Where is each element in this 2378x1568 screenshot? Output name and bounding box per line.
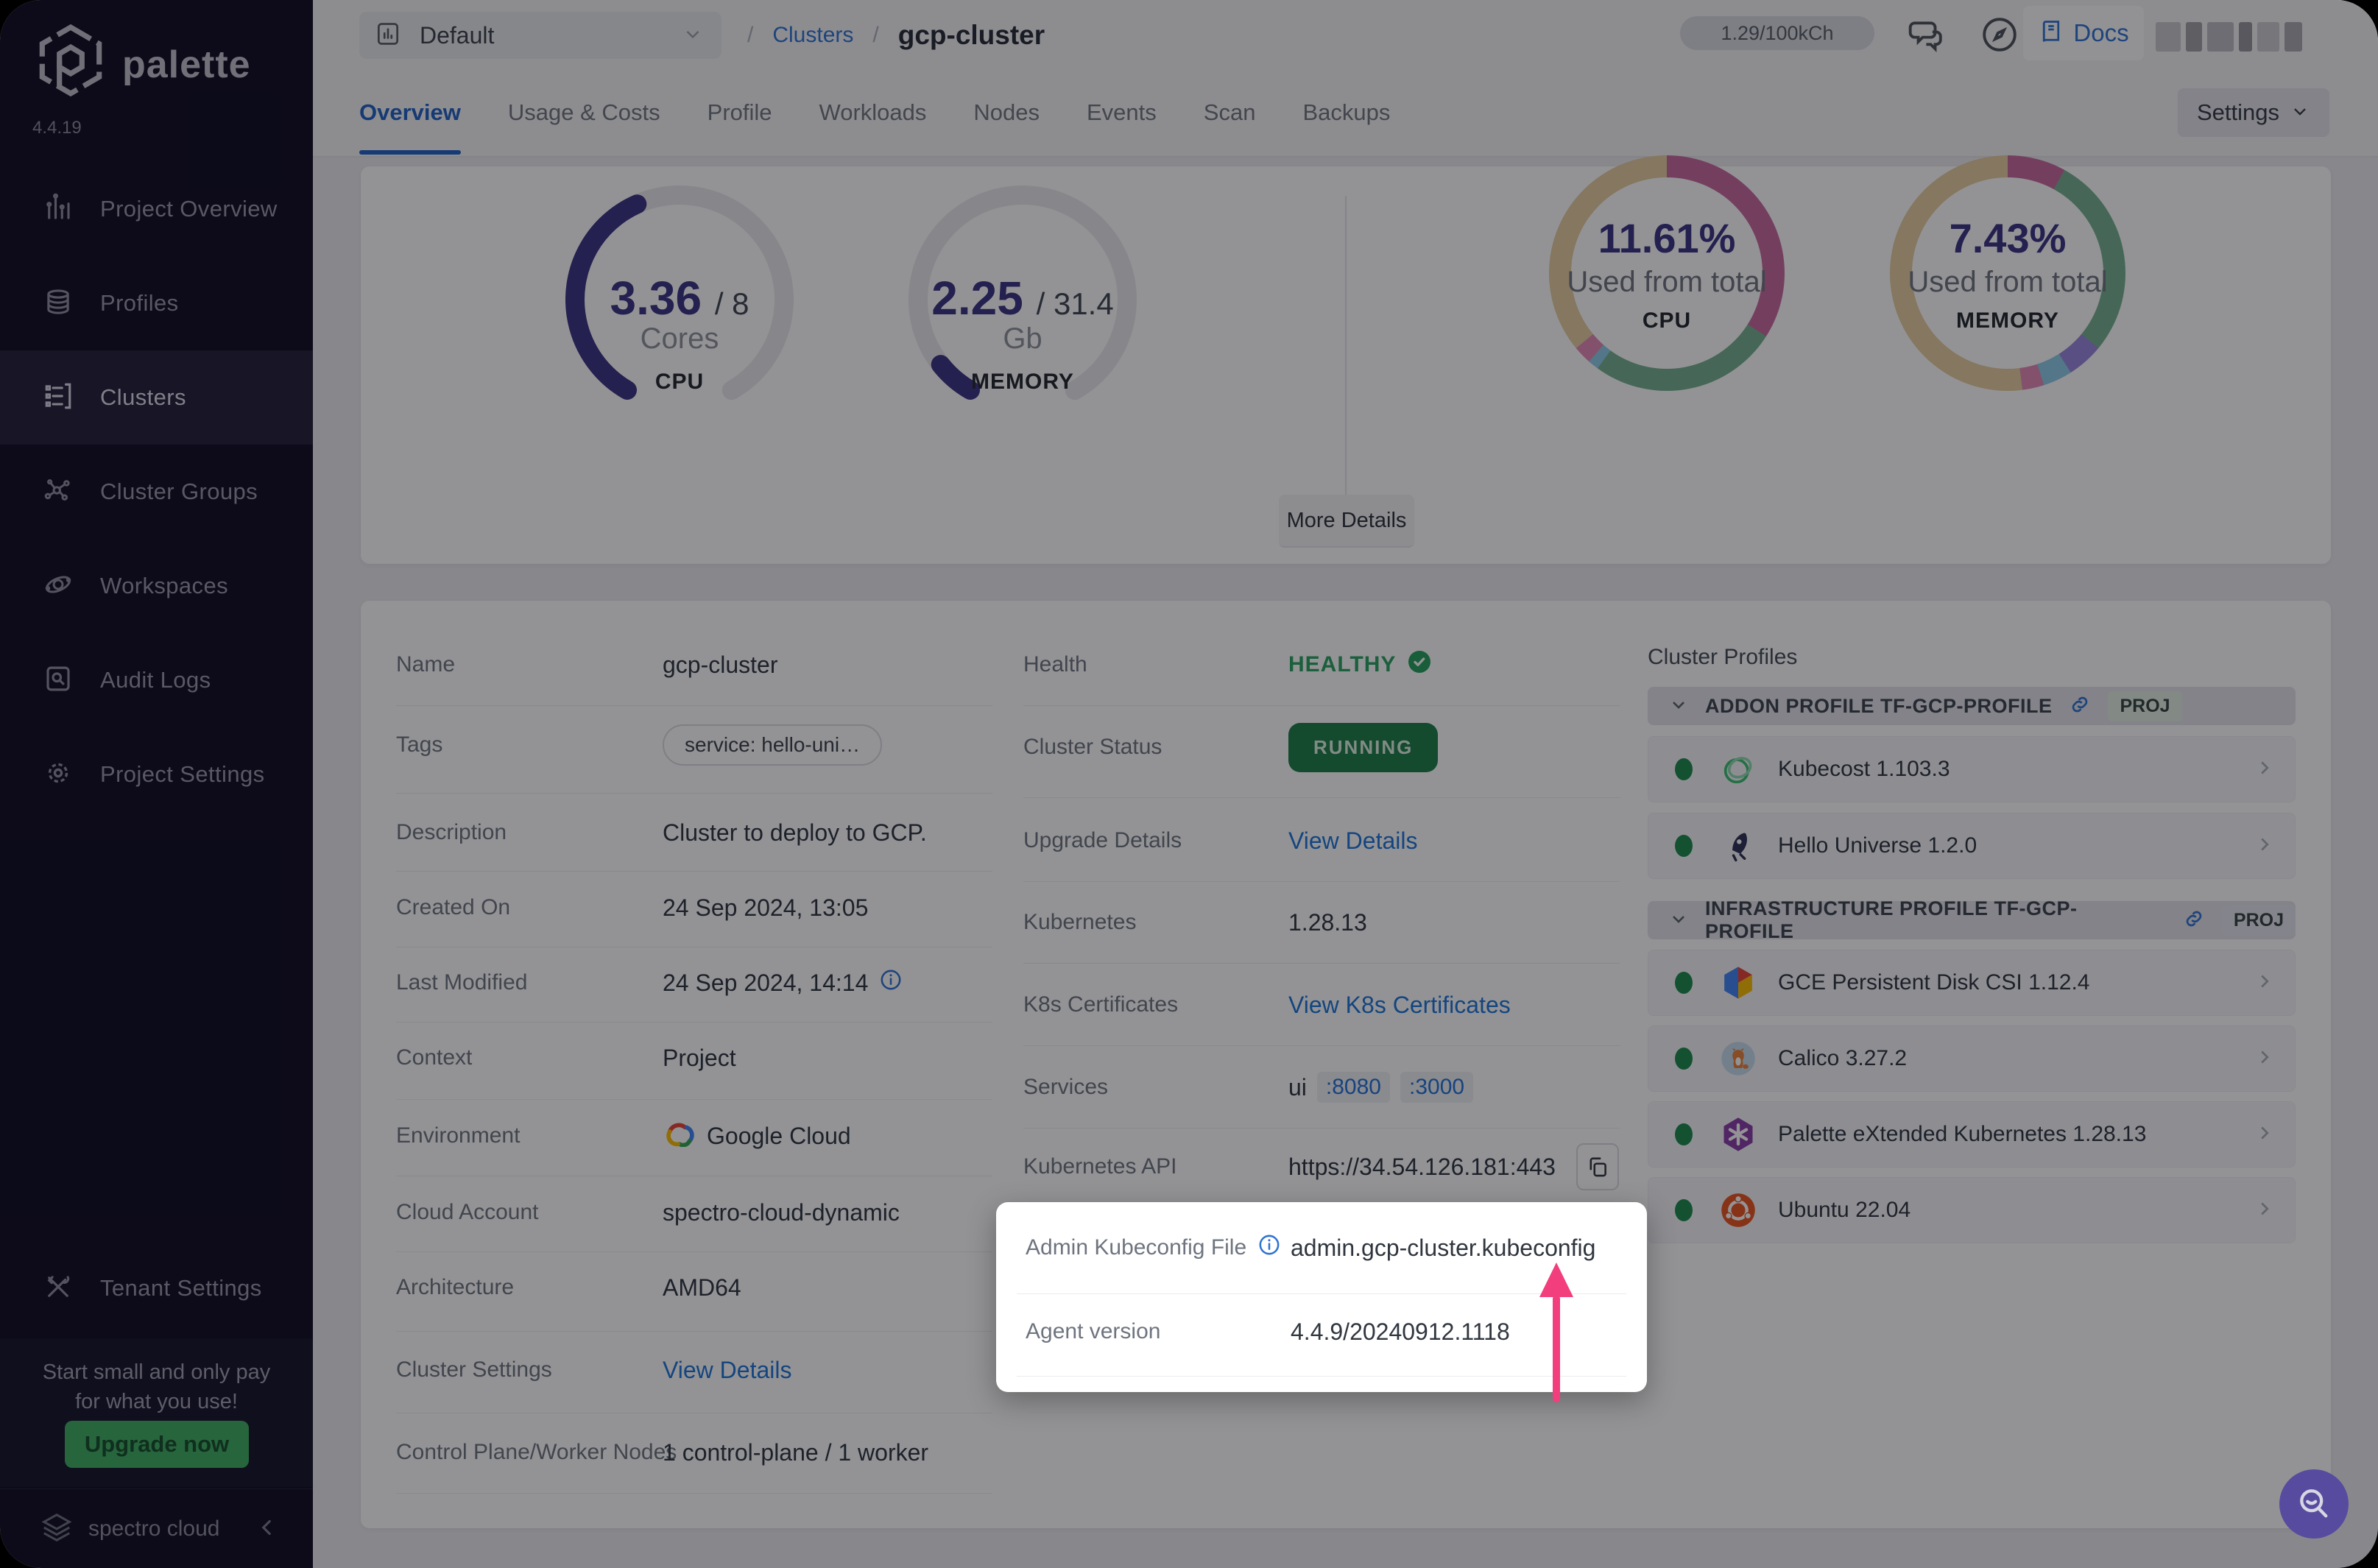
admin-kubeconfig-download-link[interactable]: admin.gcp-cluster.kubeconfig: [1291, 1235, 1595, 1262]
info-icon[interactable]: [1257, 1232, 1282, 1263]
search-help-fab[interactable]: [2279, 1469, 2349, 1539]
tutorial-arrow-icon: [1535, 1262, 1578, 1408]
app-window: palette 4.4.19 Project Overview Profiles: [0, 0, 2378, 1568]
